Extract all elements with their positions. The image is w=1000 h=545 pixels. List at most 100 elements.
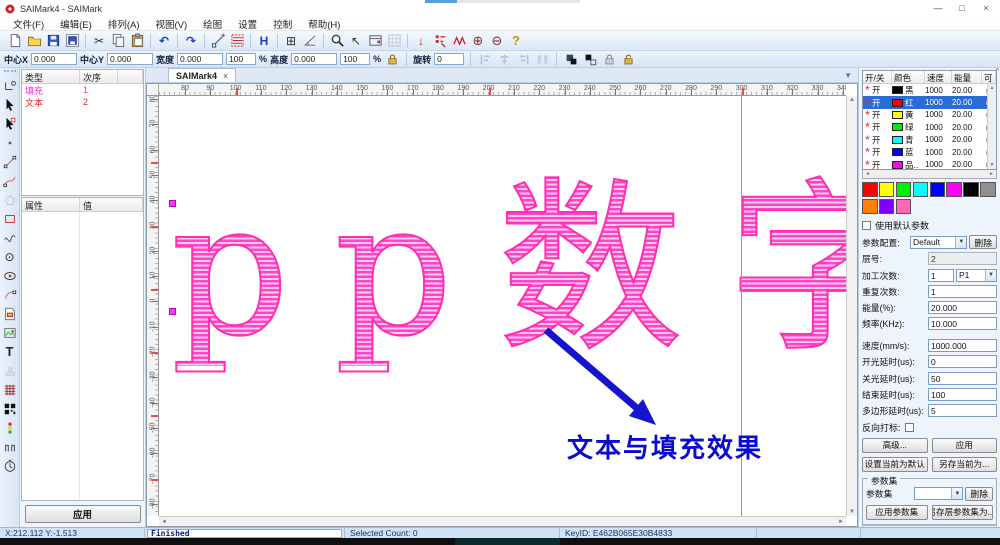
scroll-down-icon[interactable]: ▼ (849, 509, 855, 515)
end-delay-field[interactable]: 100 (928, 388, 997, 401)
menu-item[interactable]: 设置 (230, 17, 265, 31)
redo-icon[interactable]: ↷ (182, 32, 200, 50)
paste-icon[interactable] (128, 32, 146, 50)
drawing-surface[interactable]: pp数字 文本与填充效果 (159, 96, 846, 516)
width-percent-input[interactable]: 100 (226, 53, 256, 65)
column-header[interactable]: 值 (80, 198, 143, 211)
pen-list-vscroll[interactable]: ▲ ▼ (987, 84, 996, 169)
pen-row[interactable]: *开红100020.00◉ (863, 96, 996, 108)
palette-swatch[interactable] (896, 182, 912, 197)
lock-object-icon[interactable] (601, 51, 617, 67)
advanced-button[interactable]: 高级... (862, 438, 928, 453)
delete-paramset-button[interactable]: 删除 (965, 487, 993, 501)
save-icon[interactable] (44, 32, 62, 50)
barcode-icon[interactable] (1, 399, 19, 418)
open-file-icon[interactable] (25, 32, 43, 50)
ellipse-icon[interactable] (1, 266, 19, 285)
column-header[interactable]: 能量 (952, 71, 982, 83)
new-file-icon[interactable] (6, 32, 24, 50)
chevron-down-icon[interactable]: ▼ (951, 488, 962, 499)
tab-close-icon[interactable]: × (223, 71, 228, 81)
polyline-icon[interactable] (1, 171, 19, 190)
chevron-down-icon[interactable]: ▼ (955, 237, 966, 248)
center-y-input[interactable]: 0.000 (107, 53, 153, 65)
menu-item[interactable]: 文件(F) (5, 17, 52, 31)
select-icon[interactable] (1, 95, 19, 114)
hatch-fill-icon[interactable] (1, 380, 19, 399)
save-as-icon[interactable] (63, 32, 81, 50)
scroll-left-icon[interactable]: ◄ (161, 519, 167, 525)
apply-button[interactable]: 应用 (25, 505, 141, 523)
palette-swatch[interactable] (930, 182, 946, 197)
rectangle-icon[interactable] (1, 209, 19, 228)
undo-icon[interactable]: ↶ (155, 32, 173, 50)
rotate-input[interactable]: 0 (434, 53, 464, 65)
pass-select[interactable]: P1▼ (956, 269, 997, 282)
save-current-as-button[interactable]: 另存当前为... (932, 457, 998, 472)
io-signal-icon[interactable] (1, 437, 19, 456)
repeat-field[interactable]: 1 (928, 285, 997, 298)
apply-params-button[interactable]: 应用 (932, 438, 998, 453)
scroll-right-icon[interactable]: ► (989, 171, 994, 177)
frequency-field[interactable]: 10.000 (928, 317, 997, 330)
mark-down-icon[interactable]: ↓ (412, 32, 430, 50)
column-header[interactable]: 速度 (925, 71, 952, 83)
on-delay-field[interactable]: 0 (928, 355, 997, 368)
selection-handle[interactable] (169, 200, 176, 207)
zoom-in-icon[interactable]: ⊕ (469, 32, 487, 50)
menu-item[interactable]: 编辑(E) (52, 17, 100, 31)
mark-param-icon[interactable] (431, 32, 449, 50)
paramset-select[interactable]: ▼ (914, 487, 963, 500)
laser-test-icon[interactable] (450, 32, 468, 50)
circle-icon[interactable]: ⊙ (1, 247, 19, 266)
height-percent-input[interactable]: 100 (340, 53, 370, 65)
tab-list-dropdown-icon[interactable]: ▼ (844, 71, 852, 80)
palette-swatch[interactable] (862, 199, 878, 214)
set-default-button[interactable]: 设置当前为默认 (862, 457, 928, 472)
speed-field[interactable]: 1000.000 (928, 339, 997, 352)
expand-icon[interactable]: ⊞ (282, 32, 300, 50)
width-input[interactable]: 0.000 (177, 53, 223, 65)
delay-lights-icon[interactable] (1, 418, 19, 437)
align-icon[interactable]: H (255, 32, 273, 50)
object-row[interactable]: 文本2 (22, 96, 143, 108)
line-icon[interactable] (1, 152, 19, 171)
column-header[interactable]: 颜色 (892, 71, 925, 83)
menu-item[interactable]: 视图(V) (147, 17, 195, 31)
menu-item[interactable]: 帮助(H) (300, 17, 348, 31)
fit-window-icon[interactable] (366, 32, 384, 50)
column-header[interactable]: 可 (982, 71, 996, 83)
text-tool-icon[interactable]: T (1, 342, 19, 361)
minimize-button[interactable]: — (926, 1, 950, 15)
scroll-down-icon[interactable]: ▼ (990, 162, 995, 168)
pick-arrow-icon[interactable]: ↖ (347, 32, 365, 50)
vertical-scrollbar[interactable]: ▲ ▼ (846, 96, 857, 516)
menu-item[interactable]: 控制 (265, 17, 300, 31)
energy-field[interactable]: 20.000 (928, 301, 997, 314)
palette-swatch[interactable] (913, 182, 929, 197)
node-edit-icon[interactable] (1, 76, 19, 95)
chevron-down-icon[interactable]: ▼ (985, 270, 996, 281)
save-paramset-as-button[interactable]: 另存层参数集为.... (932, 505, 994, 520)
pen-row[interactable]: *开品..100020.00◉ (863, 158, 996, 170)
column-header[interactable]: 类型 (22, 70, 80, 83)
maximize-button[interactable]: □ (950, 1, 974, 15)
pen-row[interactable]: *开青100020.00◉ (863, 134, 996, 146)
polygon-icon[interactable] (1, 190, 19, 209)
height-input[interactable]: 0.000 (291, 53, 337, 65)
ungroup-icon[interactable] (582, 51, 598, 67)
help-icon[interactable]: ? (507, 32, 525, 50)
scroll-up-icon[interactable]: ▲ (849, 97, 855, 103)
horizontal-scrollbar[interactable]: ◄ ► (159, 516, 846, 526)
pen-list-hscroll[interactable]: ◄ ► (862, 170, 997, 179)
palette-swatch[interactable] (879, 182, 895, 197)
column-header[interactable]: 次序 (80, 70, 118, 83)
node-select-icon[interactable] (1, 114, 19, 133)
palette-swatch[interactable] (946, 182, 962, 197)
times-field[interactable]: 1 (928, 269, 954, 282)
cut-icon[interactable]: ✂ (90, 32, 108, 50)
column-header[interactable]: 开/关 (863, 71, 892, 83)
center-x-input[interactable]: 0.000 (31, 53, 77, 65)
pen-row[interactable]: *开黑100020.00◉ (863, 84, 996, 96)
scroll-right-icon[interactable]: ► (838, 519, 844, 525)
